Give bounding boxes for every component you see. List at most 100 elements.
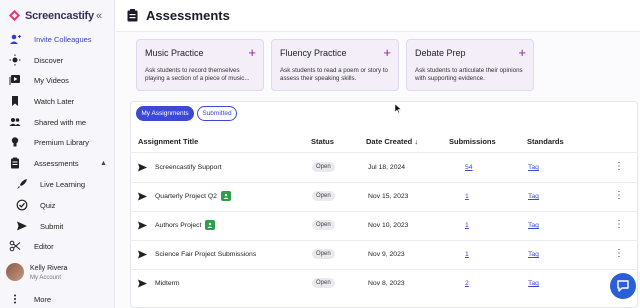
clipboard-icon — [127, 9, 138, 22]
submissions-link[interactable]: 1 — [465, 193, 469, 200]
tab-submitted[interactable]: Submitted — [197, 106, 237, 121]
status-badge: Open — [312, 249, 335, 259]
lightbulb-icon — [9, 136, 21, 148]
sidebar-item-discover[interactable]: Discover — [0, 50, 114, 70]
assignment-title[interactable]: Screencastify Support — [155, 164, 222, 171]
sidebar-item-assessments[interactable]: Assessments ▲ — [0, 153, 114, 173]
send-icon — [138, 250, 147, 259]
user-name: Kelly Rivera — [30, 265, 68, 272]
submissions-link[interactable]: 2 — [465, 280, 469, 287]
send-icon — [138, 221, 147, 230]
sidebar-item-label: Invite Colleagues — [34, 34, 92, 44]
column-header-date-created[interactable]: Date Created ↓ — [366, 137, 418, 146]
assignment-title[interactable]: Midterm — [155, 280, 180, 287]
google-classroom-icon — [221, 191, 231, 201]
chat-bubble-icon — [617, 280, 629, 292]
more-vertical-icon[interactable]: ⋮ — [614, 191, 624, 201]
more-vertical-icon — [9, 293, 21, 305]
sidebar-item-live-learning[interactable]: Live Learning — [0, 174, 114, 194]
sidebar-item-premium-library[interactable]: Premium Library — [0, 132, 114, 152]
template-card-music-practice[interactable]: Music Practice + Ask students to record … — [136, 39, 264, 91]
screencastify-logo-icon — [8, 9, 21, 22]
standards-tag-link[interactable]: Tag — [528, 280, 539, 287]
sidebar-item-label: Watch Later — [34, 96, 75, 106]
standards-tag-link[interactable]: Tag — [528, 251, 539, 258]
sidebar-item-label: Assessments — [34, 158, 79, 168]
sidebar-item-submit[interactable]: Submit — [0, 216, 114, 236]
sidebar-item-label: My Videos — [34, 75, 69, 85]
tab-my-assignments[interactable]: My Assignments — [136, 106, 194, 121]
date-created: Nov 10, 2023 — [368, 222, 409, 229]
main-content: Assessments Music Practice + Ask student… — [116, 0, 640, 308]
account-menu[interactable]: Kelly Rivera My Account — [6, 263, 67, 281]
date-created: Nov 9, 2023 — [368, 251, 405, 258]
rocket-icon — [16, 178, 28, 190]
sidebar-item-label: Quiz — [40, 200, 56, 210]
standards-tag-link[interactable]: Tag — [528, 193, 539, 200]
table-row[interactable]: Science Fair Project Submissions Open No… — [130, 240, 638, 269]
standards-tag-link[interactable]: Tag — [528, 164, 539, 171]
column-header-status[interactable]: Status — [311, 137, 334, 146]
sort-arrow-icon: ↓ — [414, 137, 419, 146]
column-header-standards[interactable]: Standards — [527, 137, 564, 146]
assignment-title[interactable]: Science Fair Project Submissions — [155, 251, 256, 258]
sun-icon — [9, 54, 21, 66]
more-vertical-icon[interactable]: ⋮ — [614, 249, 624, 259]
standards-tag-link[interactable]: Tag — [528, 222, 539, 229]
sidebar-item-editor[interactable]: Editor — [0, 236, 114, 256]
submissions-link[interactable]: 1 — [465, 222, 469, 229]
sidebar-item-more[interactable]: More — [0, 289, 114, 308]
card-title: Fluency Practice — [280, 48, 347, 58]
more-vertical-icon[interactable]: ⋮ — [614, 162, 624, 172]
template-card-fluency-practice[interactable]: Fluency Practice + Ask students to read … — [271, 39, 399, 91]
card-title: Debate Prep — [415, 48, 466, 58]
card-description: Ask students to read a poem or story to … — [280, 67, 388, 82]
sidebar-item-shared-with-me[interactable]: Shared with me — [0, 112, 114, 132]
more-vertical-icon[interactable]: ⋮ — [614, 220, 624, 230]
plus-icon[interactable]: + — [248, 45, 256, 60]
status-badge: Open — [312, 162, 335, 172]
table-row[interactable]: Midterm Open Nov 8, 2023 2 Tag ⋮ — [130, 269, 638, 298]
sidebar-item-label: Editor — [34, 241, 54, 251]
page-header: Assessments — [116, 0, 640, 32]
sidebar-item-label: Premium Library — [34, 137, 90, 147]
template-card-debate-prep[interactable]: Debate Prep + Ask students to articulate… — [406, 39, 534, 91]
sidebar-item-invite-colleagues[interactable]: Invite Colleagues — [0, 29, 114, 49]
clipboard-icon — [9, 157, 21, 169]
plus-icon[interactable]: + — [518, 45, 526, 60]
table-row[interactable]: Authors Project Open Nov 10, 2023 1 Tag … — [130, 211, 638, 240]
check-badge-icon — [16, 199, 28, 211]
brand[interactable]: Screencastify — [8, 9, 94, 22]
assignment-title[interactable]: Authors Project — [155, 222, 201, 229]
chat-support-button[interactable] — [610, 273, 636, 299]
sidebar-item-watch-later[interactable]: Watch Later — [0, 91, 114, 111]
card-description: Ask students to articulate their opinion… — [415, 67, 523, 82]
avatar — [6, 263, 24, 281]
chevron-up-icon[interactable]: ▲ — [100, 160, 107, 167]
sidebar-item-label: More — [34, 294, 52, 304]
date-created: Nov 15, 2023 — [368, 193, 409, 200]
sidebar-item-label: Discover — [34, 55, 64, 65]
sidebar-item-my-videos[interactable]: My Videos — [0, 70, 114, 90]
table-row[interactable]: Quarterly Project Q2 Open Nov 15, 2023 1… — [130, 182, 638, 211]
date-created: Nov 8, 2023 — [368, 280, 405, 287]
status-badge: Open — [312, 191, 335, 201]
page-title: Assessments — [146, 8, 230, 23]
add-user-icon — [9, 33, 21, 45]
double-chevron-left-icon[interactable]: « — [96, 10, 102, 22]
sidebar-item-quiz[interactable]: Quiz — [0, 195, 114, 215]
assignment-title[interactable]: Quarterly Project Q2 — [155, 193, 217, 200]
mouse-cursor-icon — [395, 104, 402, 113]
column-header-submissions[interactable]: Submissions — [449, 137, 496, 146]
column-header-title[interactable]: Assignment Title — [138, 137, 198, 146]
status-badge: Open — [312, 278, 335, 288]
submissions-link[interactable]: 1 — [465, 251, 469, 258]
plus-icon[interactable]: + — [383, 45, 391, 60]
send-icon — [138, 163, 147, 172]
card-description: Ask students to record themselves playin… — [145, 67, 250, 82]
date-created: Jul 18, 2024 — [368, 164, 406, 171]
table-row[interactable]: Screencastify Support Open Jul 18, 2024 … — [130, 153, 638, 182]
card-title: Music Practice — [145, 48, 204, 58]
brand-name: Screencastify — [25, 9, 94, 22]
submissions-link[interactable]: 54 — [465, 164, 473, 171]
